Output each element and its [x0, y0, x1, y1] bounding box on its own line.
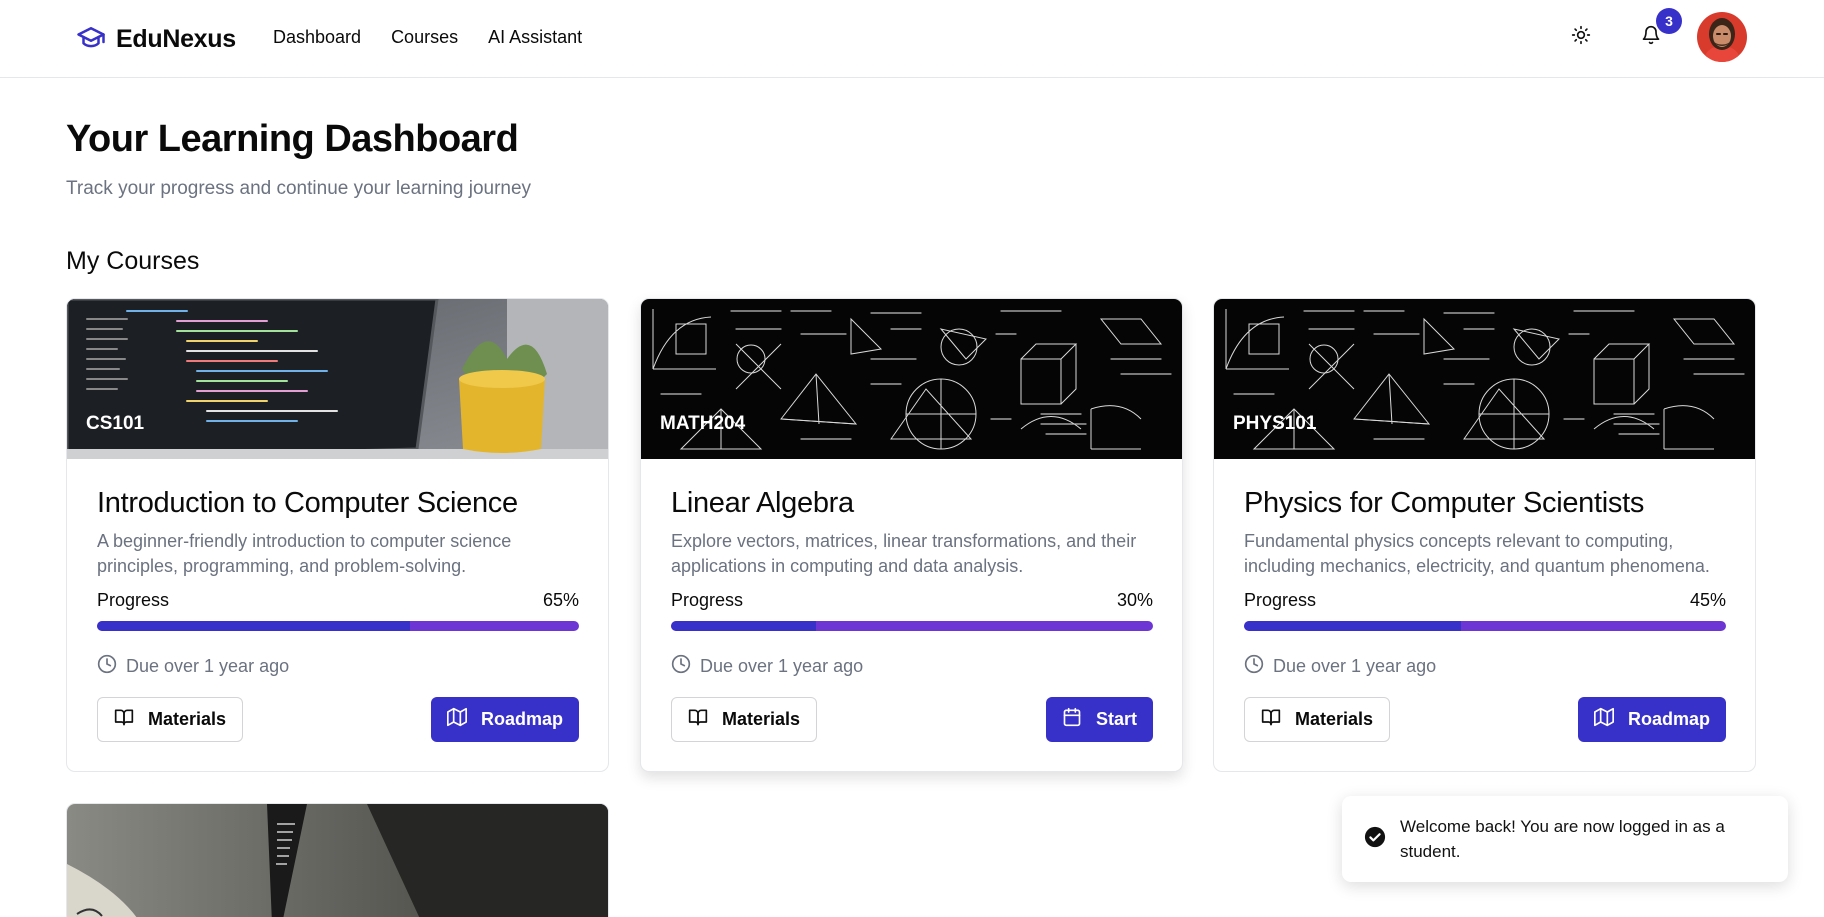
roadmap-label: Roadmap	[1627, 709, 1710, 729]
course-title: Introduction to Computer Science	[97, 487, 518, 519]
theme-toggle-button[interactable]	[1561, 17, 1601, 57]
due-text: Due over 1 year ago	[700, 656, 864, 676]
progress-bar	[671, 621, 1153, 631]
course-image: MATH204	[641, 299, 1182, 459]
progress-fill	[1244, 621, 1461, 631]
toast-message: Welcome back! You are now logged in as a…	[1400, 817, 1725, 861]
course-code: PHYS101	[1233, 413, 1317, 434]
materials-label: Materials	[148, 709, 227, 729]
main-nav: Dashboard Courses AI Assistant	[273, 27, 582, 48]
progress-bar	[1244, 621, 1726, 631]
nav-dashboard[interactable]: Dashboard	[273, 27, 361, 48]
progress-percent: 30%	[1116, 590, 1153, 610]
calendar-icon	[1062, 707, 1082, 732]
due-date: Due over 1 year ago	[671, 654, 1153, 679]
top-navbar: EduNexus Dashboard Courses AI Assistant …	[0, 0, 1824, 78]
course-description: Explore vectors, matrices, linear transf…	[671, 531, 1137, 576]
course-card[interactable]: CS101 Introduction to Computer Science A…	[66, 298, 609, 772]
course-title: Physics for Computer Scientists	[1244, 487, 1645, 519]
materials-label: Materials	[722, 709, 801, 729]
course-description: Fundamental physics concepts relevant to…	[1244, 531, 1710, 576]
due-date: Due over 1 year ago	[1244, 654, 1726, 679]
toast-notification: Welcome back! You are now logged in as a…	[1342, 796, 1788, 882]
course-title: Linear Algebra	[671, 487, 854, 519]
map-icon	[1593, 707, 1614, 732]
course-card[interactable]: MATH204 Linear Algebra Explore vectors, …	[640, 298, 1183, 772]
materials-button[interactable]: Materials	[671, 697, 818, 742]
graduation-cap-icon	[76, 22, 106, 57]
course-code: MATH204	[660, 413, 746, 434]
due-text: Due over 1 year ago	[1273, 656, 1437, 676]
section-title: My Courses	[66, 247, 200, 275]
map-icon	[446, 707, 467, 732]
nav-courses[interactable]: Courses	[391, 27, 458, 48]
course-description: A beginner-friendly introduction to comp…	[97, 531, 512, 576]
progress-percent: 65%	[542, 590, 579, 610]
progress-label: Progress	[671, 590, 744, 610]
brand-name: EduNexus	[116, 25, 236, 53]
clock-icon	[97, 654, 117, 679]
course-card[interactable]	[66, 803, 609, 917]
materials-button[interactable]: Materials	[1244, 697, 1391, 742]
roadmap-button[interactable]: Roadmap	[430, 697, 579, 742]
progress-fill	[97, 621, 411, 631]
clock-icon	[1244, 654, 1264, 679]
start-label: Start	[1095, 709, 1137, 729]
course-image	[67, 804, 608, 917]
check-circle-icon	[1364, 826, 1386, 853]
materials-button[interactable]: Materials	[97, 697, 244, 742]
progress-bar	[97, 621, 579, 631]
book-open-icon	[1261, 707, 1281, 732]
progress-fill	[671, 621, 816, 631]
course-image: CS101	[67, 299, 608, 459]
notification-count-badge: 3	[1656, 8, 1682, 34]
due-text: Due over 1 year ago	[126, 656, 290, 676]
clock-icon	[671, 654, 691, 679]
roadmap-label: Roadmap	[480, 709, 563, 729]
start-button[interactable]: Start	[1045, 697, 1153, 742]
roadmap-button[interactable]: Roadmap	[1577, 697, 1726, 742]
sun-icon	[1571, 25, 1591, 50]
nav-ai-assistant[interactable]: AI Assistant	[488, 27, 582, 48]
progress-label: Progress	[97, 590, 170, 610]
brand[interactable]: EduNexus	[76, 22, 236, 57]
progress-label: Progress	[1244, 590, 1317, 610]
page-subtitle: Track your progress and continue your le…	[66, 178, 532, 199]
book-open-icon	[688, 707, 708, 732]
course-code: CS101	[86, 413, 145, 434]
course-image: PHYS101	[1214, 299, 1755, 459]
book-open-icon	[114, 707, 134, 732]
user-avatar[interactable]	[1697, 12, 1747, 62]
materials-label: Materials	[1295, 709, 1374, 729]
course-card[interactable]: PHYS101 Physics for Computer Scientists …	[1213, 298, 1756, 772]
page-title: Your Learning Dashboard	[66, 118, 519, 160]
progress-percent: 45%	[1689, 590, 1726, 610]
due-date: Due over 1 year ago	[97, 654, 579, 679]
